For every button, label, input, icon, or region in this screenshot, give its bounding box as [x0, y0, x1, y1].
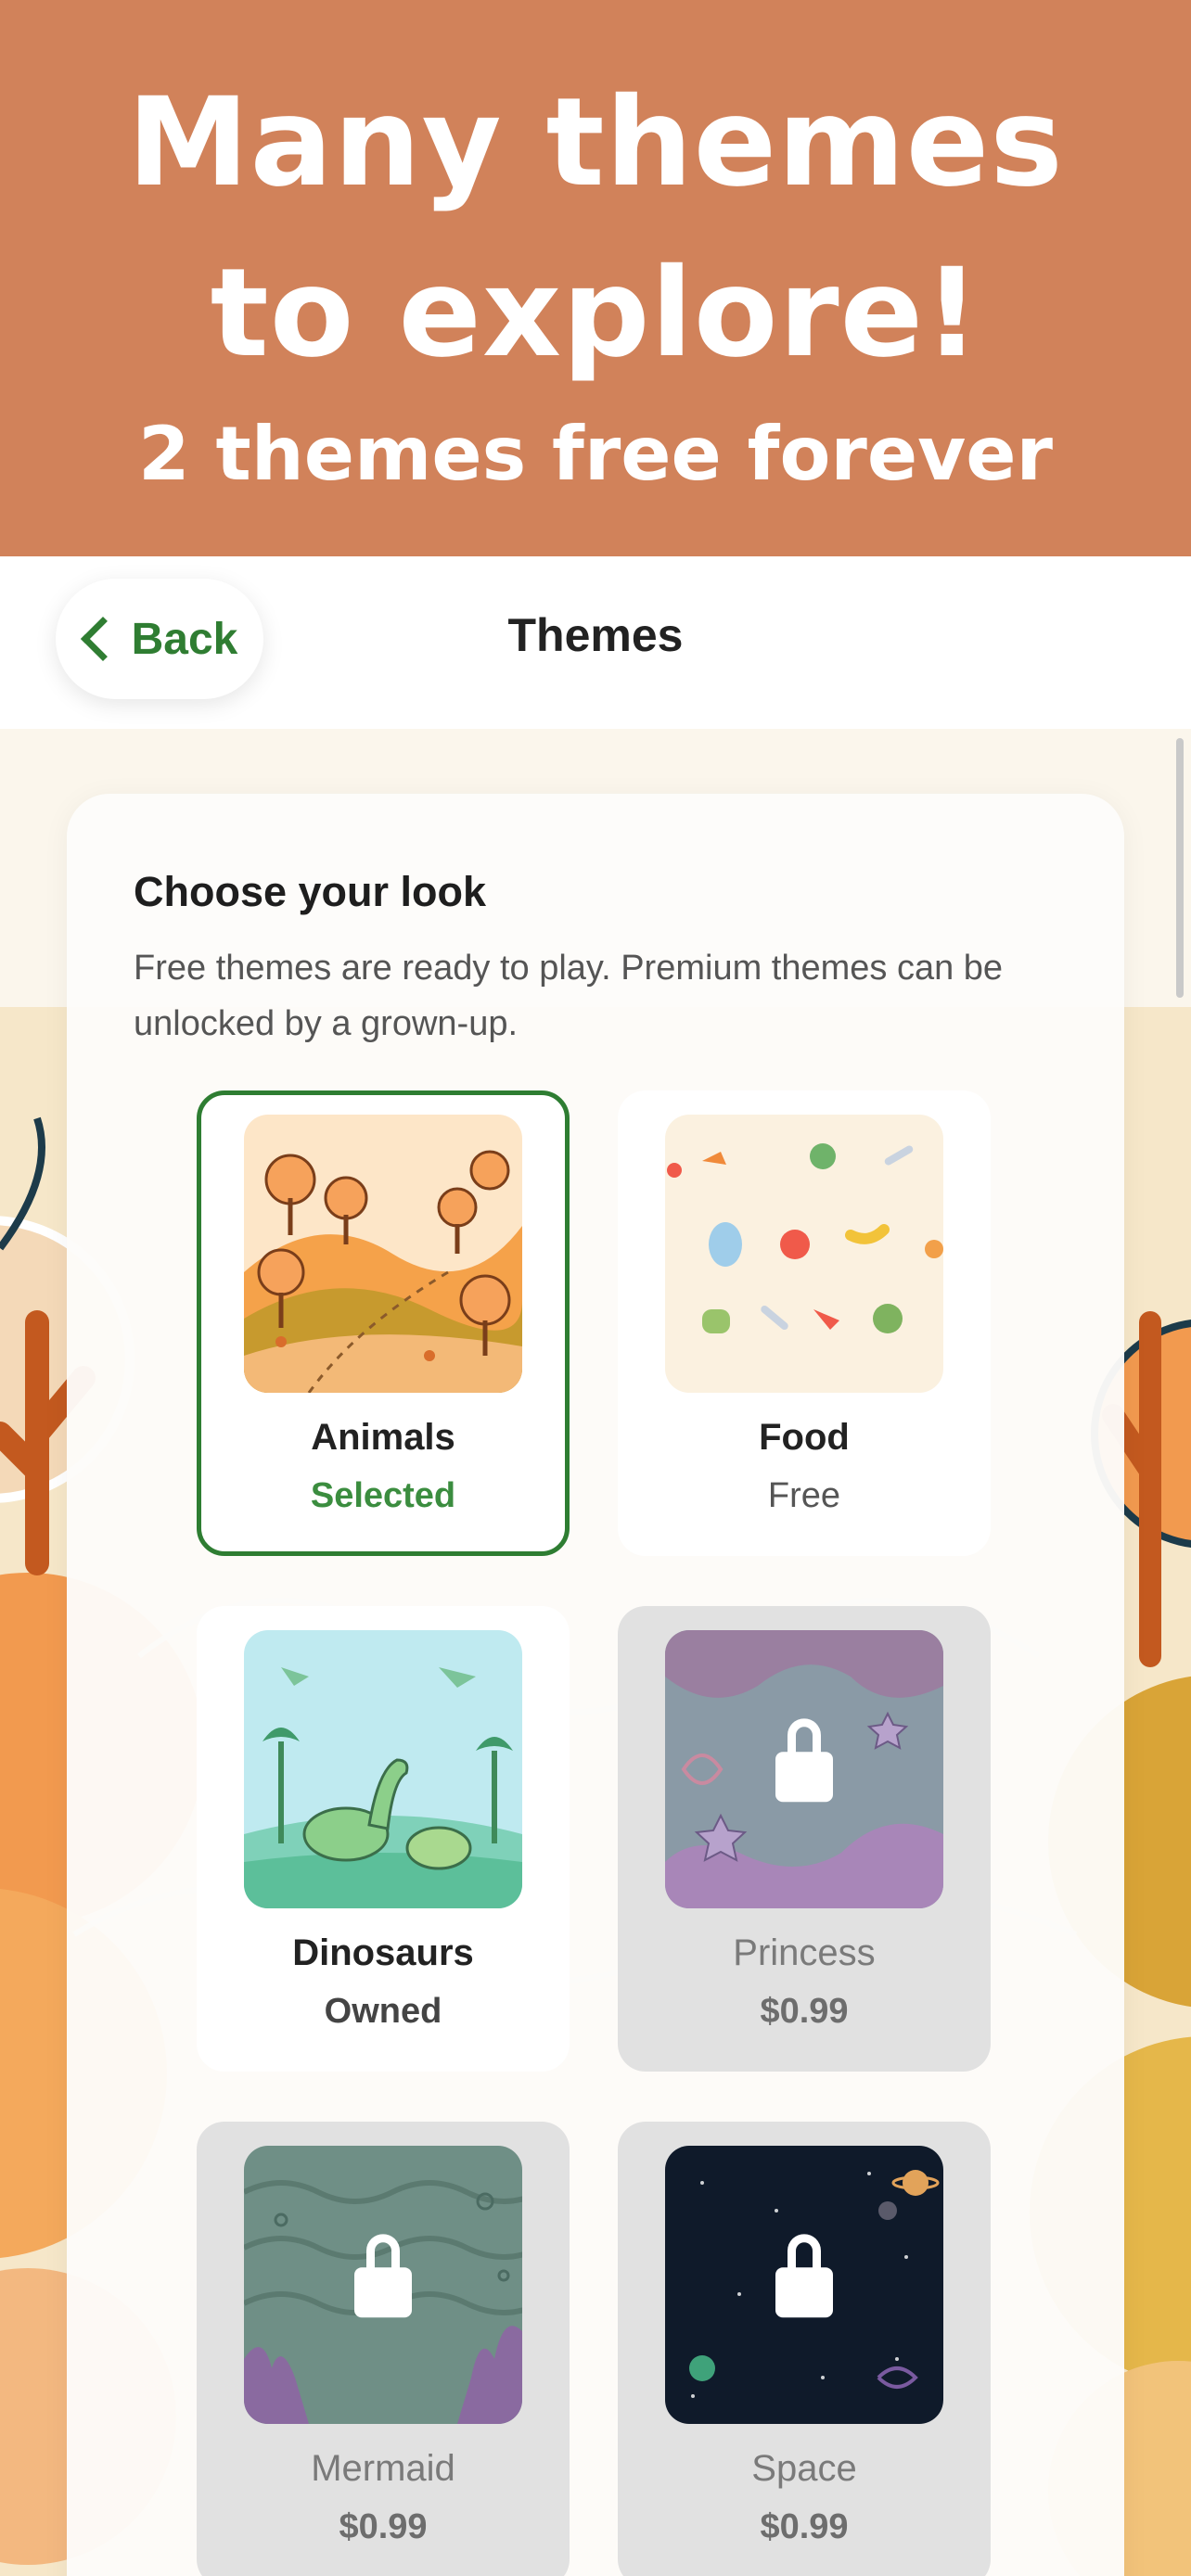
space-theme-thumbnail	[665, 2146, 943, 2424]
lock-icon	[775, 1718, 833, 1809]
mermaid-theme-thumbnail	[244, 2146, 522, 2424]
princess-theme-thumbnail	[665, 1630, 943, 1908]
theme-card-animals[interactable]: Animals Selected	[197, 1090, 570, 1556]
theme-card-food[interactable]: Food Free	[618, 1090, 991, 1556]
nav-bar: Back Themes	[0, 556, 1191, 729]
food-theme-thumbnail	[665, 1115, 943, 1393]
theme-status: Owned	[324, 1992, 442, 2031]
theme-status: Free	[767, 1476, 841, 1515]
theme-name: Dinosaurs	[292, 1932, 474, 1973]
theme-status: Selected	[310, 1476, 456, 1515]
themes-panel: Choose your look Free themes are ready t…	[67, 794, 1124, 2576]
theme-name: Space	[751, 2448, 857, 2489]
theme-name: Animals	[311, 1417, 455, 1458]
panel-description: Free themes are ready to play. Premium t…	[134, 949, 1004, 1043]
dinosaurs-theme-thumbnail	[244, 1630, 522, 1908]
theme-name: Mermaid	[311, 2448, 455, 2489]
theme-name: Food	[759, 1417, 850, 1458]
theme-card-dinosaurs[interactable]: Dinosaurs Owned	[197, 1606, 570, 2072]
banner-title: Many themes to explore!	[127, 71, 1064, 385]
theme-card-space[interactable]: Space $0.99	[618, 2122, 991, 2576]
panel-heading: Choose your look	[134, 868, 487, 915]
theme-price: $0.99	[760, 2507, 849, 2546]
theme-card-mermaid[interactable]: Mermaid $0.99	[197, 2122, 570, 2576]
lock-icon	[354, 2234, 412, 2325]
lock-icon	[775, 2234, 833, 2325]
theme-card-princess[interactable]: Princess $0.99	[618, 1606, 991, 2072]
promo-banner: Many themes to explore! 2 themes free fo…	[0, 0, 1191, 556]
banner-subtitle: 2 themes free forever	[137, 411, 1053, 497]
page-title: Themes	[507, 609, 684, 661]
animals-theme-thumbnail	[244, 1115, 522, 1393]
scrollbar[interactable]	[1176, 738, 1184, 998]
theme-price: $0.99	[339, 2507, 428, 2546]
theme-name: Princess	[733, 1932, 876, 1973]
theme-price: $0.99	[760, 1992, 849, 2031]
